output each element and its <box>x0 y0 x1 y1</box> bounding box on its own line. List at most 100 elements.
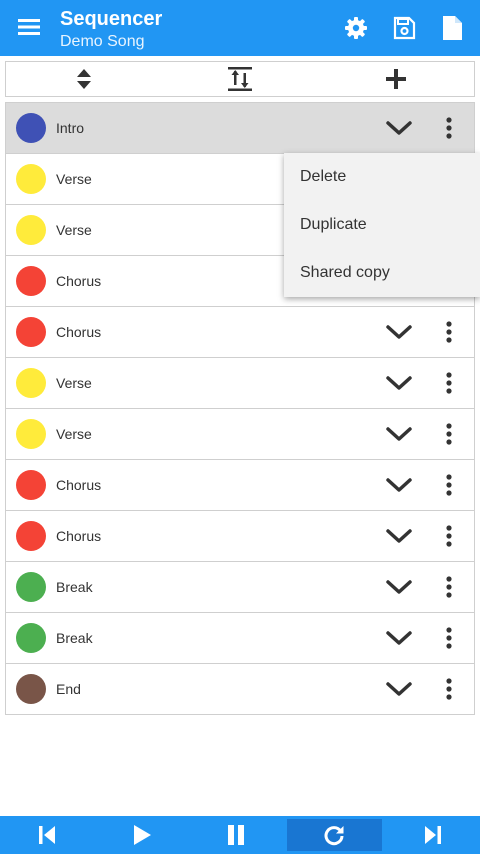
chevron-down-icon <box>386 682 412 696</box>
section-label: End <box>56 681 81 697</box>
section-more-button[interactable] <box>434 368 464 398</box>
expand-section-button[interactable] <box>384 623 414 653</box>
expand-all-button[interactable] <box>162 62 318 96</box>
add-section-button[interactable] <box>318 62 474 96</box>
pause-button[interactable] <box>189 816 283 854</box>
section-color-dot <box>16 164 46 194</box>
section-row[interactable]: End <box>6 664 474 715</box>
section-color-dot <box>16 113 46 143</box>
section-label: Verse <box>56 375 92 391</box>
expand-section-button[interactable] <box>384 521 414 551</box>
section-label: Break <box>56 579 93 595</box>
expand-section-button[interactable] <box>384 674 414 704</box>
transport-bar <box>0 816 480 854</box>
save-button[interactable] <box>384 8 424 48</box>
skip-next-icon <box>424 826 441 844</box>
section-color-dot <box>16 419 46 449</box>
settings-button[interactable] <box>336 8 376 48</box>
more-vertical-icon <box>446 627 452 649</box>
section-label: Chorus <box>56 477 102 493</box>
menu-item-shared-copy[interactable]: Shared copy <box>284 249 480 297</box>
add-icon <box>386 69 406 89</box>
app-title: Sequencer <box>60 8 163 30</box>
more-vertical-icon <box>446 678 452 700</box>
section-row[interactable]: Verse <box>6 358 474 409</box>
appbar-actions <box>336 8 472 48</box>
menu-button[interactable] <box>12 10 46 44</box>
play-button[interactable] <box>94 816 188 854</box>
section-row[interactable]: Break <box>6 562 474 613</box>
sort-icon <box>77 69 91 89</box>
section-more-button[interactable] <box>434 317 464 347</box>
repeat-button[interactable] <box>287 819 382 851</box>
section-label: Verse <box>56 426 92 442</box>
section-color-dot <box>16 266 46 296</box>
play-icon <box>133 825 151 845</box>
section-label: Chorus <box>56 528 102 544</box>
file-icon <box>443 16 462 40</box>
section-more-button[interactable] <box>434 674 464 704</box>
chevron-down-icon <box>386 376 412 390</box>
pause-icon <box>228 825 245 845</box>
section-more-button[interactable] <box>434 419 464 449</box>
expand-section-button[interactable] <box>384 572 414 602</box>
more-vertical-icon <box>446 372 452 394</box>
more-vertical-icon <box>446 117 452 139</box>
title-block: Sequencer Demo Song <box>60 6 162 52</box>
skip-previous-icon <box>39 826 56 844</box>
section-context-menu: Delete Duplicate Shared copy <box>284 153 480 297</box>
chevron-down-icon <box>386 427 412 441</box>
expand-section-button[interactable] <box>384 317 414 347</box>
section-color-dot <box>16 674 46 704</box>
song-subtitle: Demo Song <box>60 33 145 50</box>
section-color-dot <box>16 368 46 398</box>
more-vertical-icon <box>446 321 452 343</box>
skip-next-button[interactable] <box>386 816 480 854</box>
hamburger-icon <box>18 19 40 35</box>
section-more-button[interactable] <box>434 470 464 500</box>
skip-previous-button[interactable] <box>0 816 94 854</box>
chevron-down-icon <box>386 121 412 135</box>
expand-section-button[interactable] <box>384 368 414 398</box>
expand-section-button[interactable] <box>384 113 414 143</box>
more-vertical-icon <box>446 423 452 445</box>
section-color-dot <box>16 215 46 245</box>
section-row[interactable]: Chorus <box>6 511 474 562</box>
section-row[interactable]: Chorus <box>6 460 474 511</box>
section-row[interactable]: Intro <box>6 103 474 154</box>
repeat-icon <box>324 826 344 846</box>
expand-section-button[interactable] <box>384 470 414 500</box>
section-row[interactable]: Break <box>6 613 474 664</box>
section-more-button[interactable] <box>434 521 464 551</box>
app-bar: Sequencer Demo Song <box>0 0 480 56</box>
menu-item-delete[interactable]: Delete <box>284 153 480 201</box>
sort-button[interactable] <box>6 62 162 96</box>
section-label: Chorus <box>56 273 102 289</box>
section-more-button[interactable] <box>434 623 464 653</box>
section-more-button[interactable] <box>434 572 464 602</box>
more-vertical-icon <box>446 474 452 496</box>
section-color-dot <box>16 623 46 653</box>
section-label: Verse <box>56 171 92 187</box>
section-label: Verse <box>56 222 92 238</box>
chevron-down-icon <box>386 580 412 594</box>
section-color-dot <box>16 521 46 551</box>
gear-icon <box>345 17 367 39</box>
chevron-down-icon <box>386 631 412 645</box>
section-row[interactable]: Chorus <box>6 307 474 358</box>
menu-item-duplicate[interactable]: Duplicate <box>284 201 480 249</box>
chevron-down-icon <box>386 478 412 492</box>
section-row[interactable]: Verse <box>6 409 474 460</box>
new-file-button[interactable] <box>432 8 472 48</box>
section-more-button[interactable] <box>434 113 464 143</box>
expand-section-button[interactable] <box>384 419 414 449</box>
section-color-dot <box>16 317 46 347</box>
section-label: Intro <box>56 120 85 136</box>
section-label: Break <box>56 630 93 646</box>
list-toolbar <box>5 61 475 97</box>
section-color-dot <box>16 470 46 500</box>
chevron-down-icon <box>386 529 412 543</box>
vertical-expand-icon <box>228 67 252 91</box>
section-label: Chorus <box>56 324 102 340</box>
more-vertical-icon <box>446 525 452 547</box>
